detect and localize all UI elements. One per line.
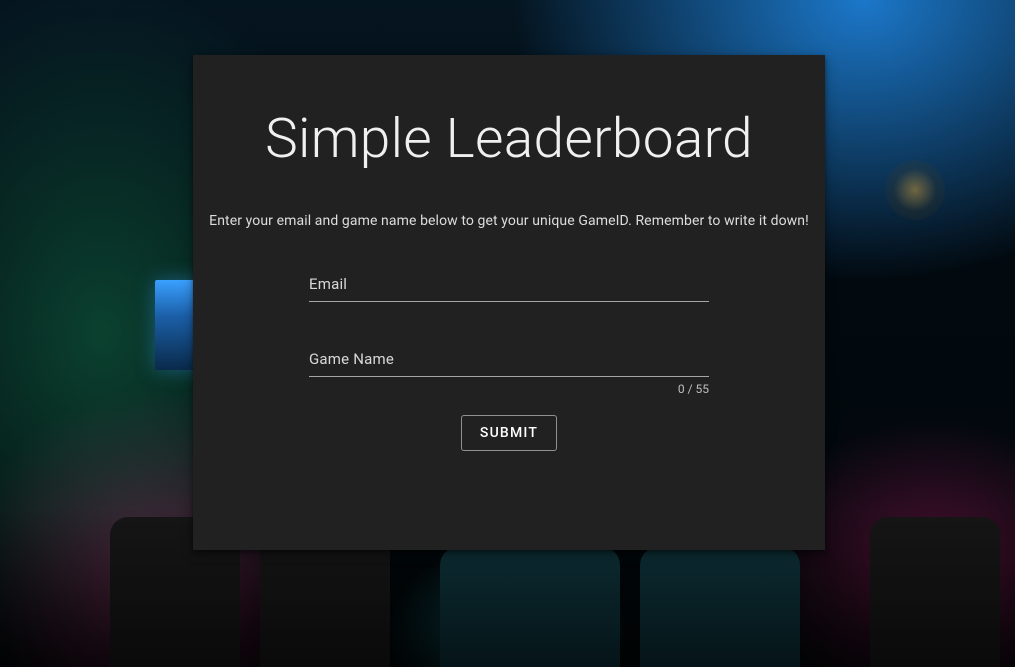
char-counter: 0 / 55 [678, 382, 709, 396]
email-field-wrapper: Email [309, 271, 709, 302]
game-name-input[interactable] [309, 346, 709, 377]
decor-arcade-sign [885, 160, 945, 220]
signup-card: Simple Leaderboard Enter your email and … [193, 55, 825, 550]
submit-button[interactable]: SUBMIT [461, 415, 557, 451]
instructions-text: Enter your email and game name below to … [209, 213, 809, 229]
signup-form: Email Game Name 0 / 55 SUBMIT [209, 271, 809, 451]
game-name-field-wrapper: Game Name 0 / 55 [309, 346, 709, 377]
email-input[interactable] [309, 271, 709, 302]
page-title: Simple Leaderboard [209, 107, 809, 171]
